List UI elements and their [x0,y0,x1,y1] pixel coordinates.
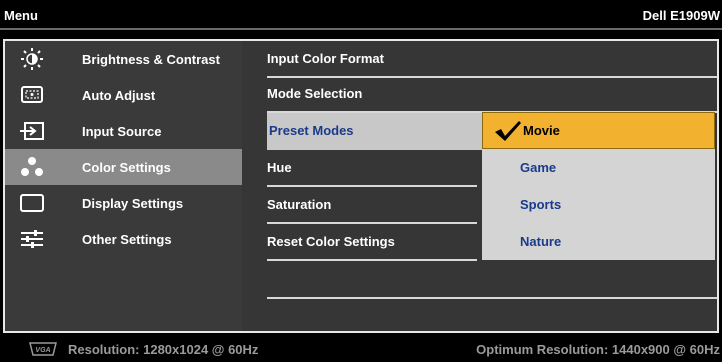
option-label: Sports [520,197,562,212]
menu-item-auto-adjust[interactable]: Auto Adjust [5,77,242,113]
preset-mode-options: Movie Game Sports Nature [482,112,715,260]
row-divider [267,297,717,299]
osd-window: Menu Dell E1909W Brightness & Contrast A… [0,0,722,362]
option-label: Game [520,160,557,175]
submenu-label: Preset Modes [269,123,354,138]
option-label: Movie [523,123,560,138]
option-label: Nature [520,234,562,249]
menu-item-label: Display Settings [82,196,184,211]
menu-item-brightness-contrast[interactable]: Brightness & Contrast [5,41,242,77]
option-nature[interactable]: Nature [482,223,715,260]
input-source-icon [20,122,44,140]
vga-icon: VGA [29,342,57,356]
option-game[interactable]: Game [482,149,715,186]
submenu-row-mode-selection[interactable]: Mode Selection [267,76,717,113]
monitor-model: Dell E1909W [642,8,720,23]
menu-item-label: Other Settings [82,232,172,247]
submenu-label: Input Color Format [267,51,384,66]
menu-title: Menu [4,8,38,23]
submenu-row-input-color-format[interactable]: Input Color Format [267,41,717,78]
menu-item-label: Input Source [82,124,162,139]
option-sports[interactable]: Sports [482,186,715,223]
status-bar: VGA Resolution: 1280x1024 @ 60Hz Optimum… [0,337,722,362]
submenu-label: Mode Selection [267,86,363,101]
color-settings-icon [21,157,43,176]
svg-text:VGA: VGA [35,347,50,354]
menu-item-display-settings[interactable]: Display Settings [5,185,242,221]
option-movie[interactable]: Movie [482,112,715,149]
title-bar: Menu Dell E1909W [0,0,722,30]
menu-item-label: Brightness & Contrast [82,52,220,67]
submenu-row-preset-modes[interactable]: Preset Modes [267,113,482,150]
menu-item-color-settings[interactable]: Color Settings [5,149,242,185]
menu-item-label: Color Settings [82,160,171,175]
brightness-icon [21,48,43,70]
auto-adjust-icon [21,86,43,103]
menu-item-input-source[interactable]: Input Source [5,113,242,149]
menu-frame: Brightness & Contrast Auto Adjust Input … [3,39,719,333]
optimum-resolution: Optimum Resolution: 1440x900 @ 60Hz [476,342,720,357]
other-settings-icon [21,230,43,248]
display-settings-icon [20,194,44,212]
submenu-label: Saturation [267,197,332,212]
row-divider [267,259,477,261]
menu-item-label: Auto Adjust [82,88,156,103]
submenu-label: Reset Color Settings [267,234,395,249]
menu-item-other-settings[interactable]: Other Settings [5,221,242,257]
checkmark-icon [495,121,521,141]
submenu-label: Hue [267,160,292,175]
main-menu: Brightness & Contrast Auto Adjust Input … [5,41,242,331]
current-resolution: Resolution: 1280x1024 @ 60Hz [68,342,259,357]
